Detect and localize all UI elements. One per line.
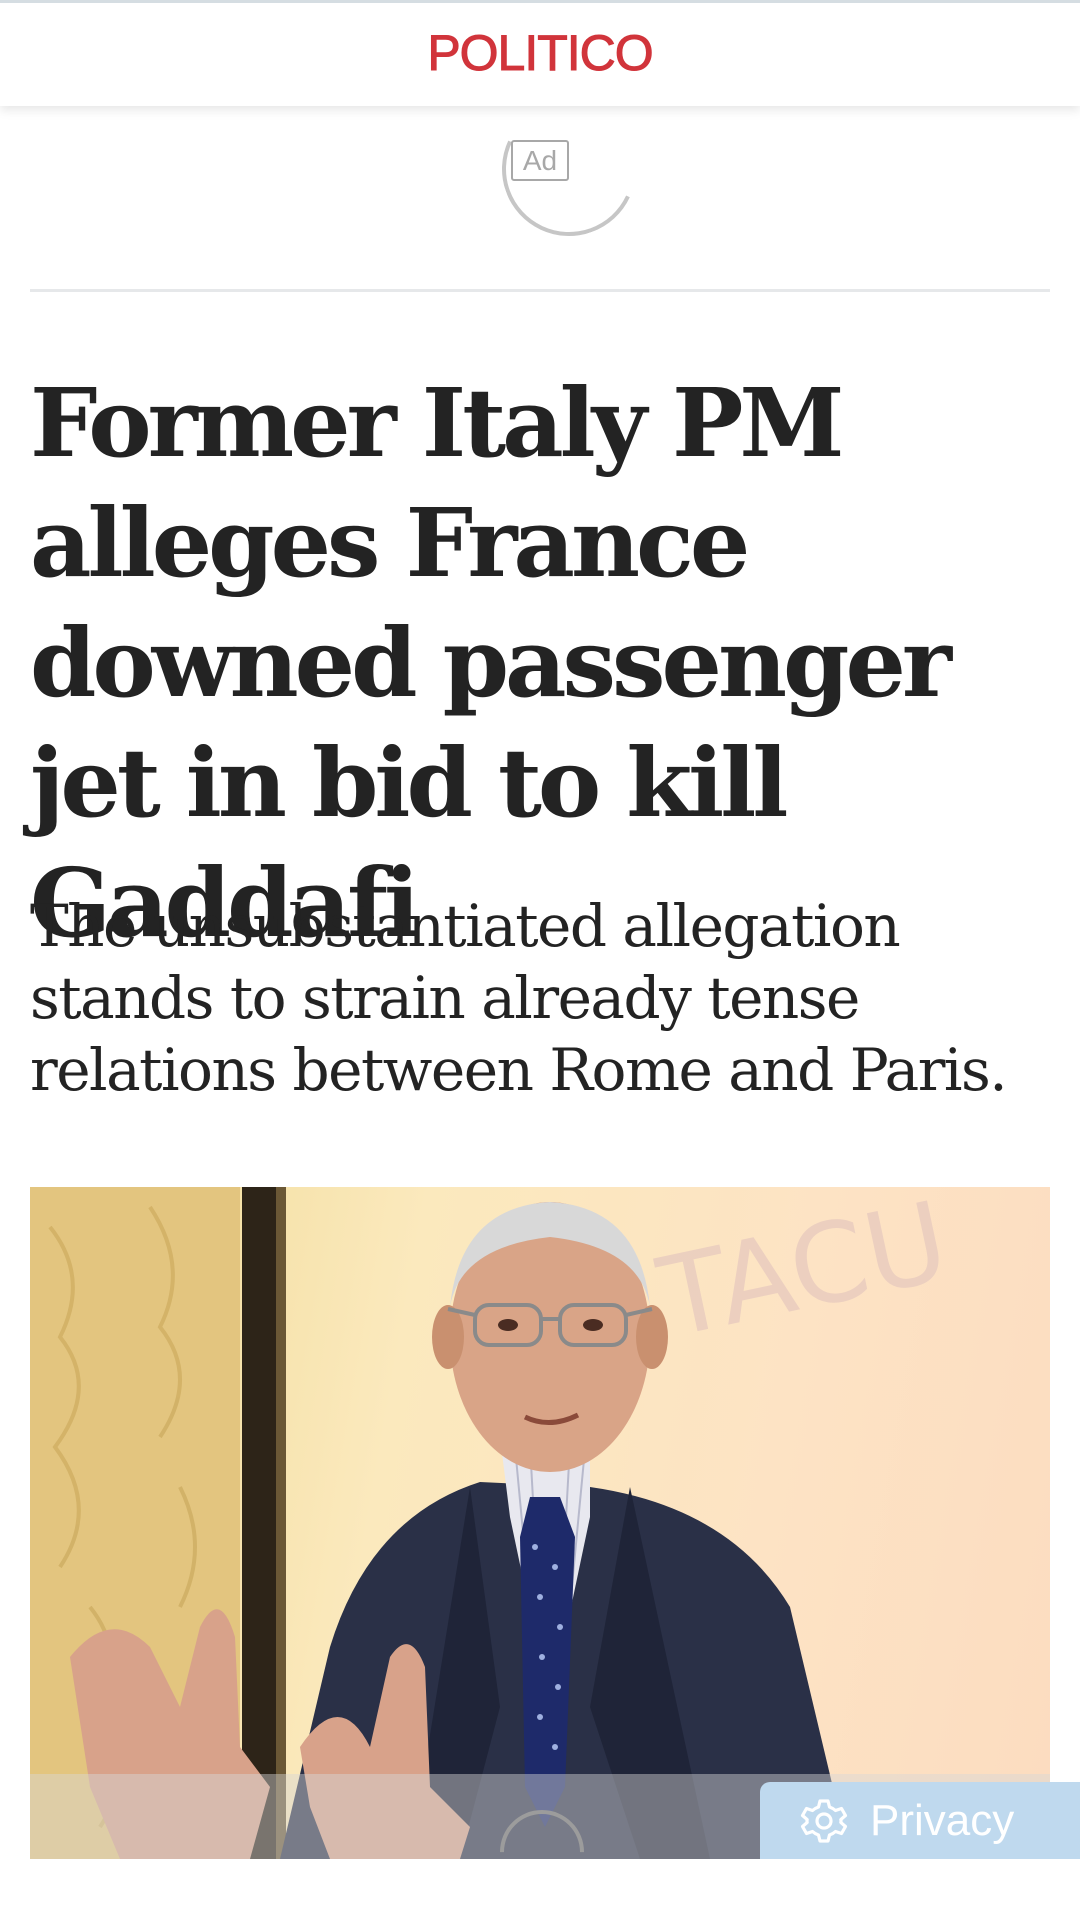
site-header: POLITICO — [0, 0, 1080, 106]
privacy-button[interactable]: Privacy — [760, 1782, 1080, 1859]
photo-illustration: TACU — [30, 1187, 959, 1859]
gear-icon — [800, 1797, 848, 1845]
privacy-label: Privacy — [870, 1795, 1015, 1845]
article-photo[interactable]: TACU — [30, 1187, 1050, 1859]
background-text: TACU — [648, 1187, 959, 1363]
article-headline: Former Italy PM alleges France downed pa… — [30, 368, 952, 959]
loading-spinner-icon — [482, 1792, 602, 1911]
ad-slot: Ad — [30, 83, 1050, 292]
article-dek: The unsubstantiated allegation stands to… — [30, 892, 1008, 1104]
site-logo[interactable]: POLITICO — [427, 24, 654, 82]
loading-spinner-icon — [483, 83, 655, 255]
ad-label: Ad — [511, 140, 569, 181]
